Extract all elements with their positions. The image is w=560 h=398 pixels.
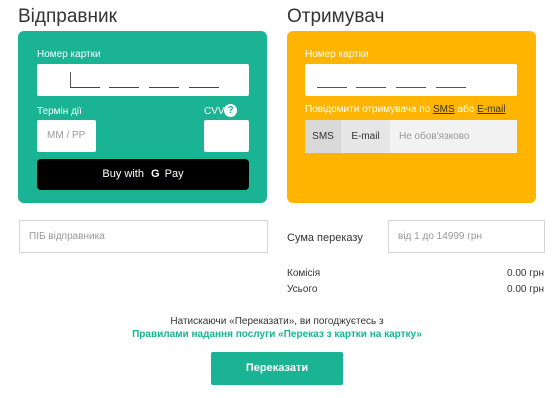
total-label: Усього xyxy=(287,284,318,295)
total-value: 0.00 грн xyxy=(507,284,544,295)
receiver-card-number-input[interactable] xyxy=(305,64,517,96)
commission-label: Комісія xyxy=(287,268,321,279)
card-digit-group-2 xyxy=(109,87,139,88)
receiver-heading: Отримувач xyxy=(287,6,385,27)
gpay-prefix: Buy with xyxy=(102,168,144,180)
sms-option-button[interactable]: SMS xyxy=(305,120,341,153)
sender-heading: Відправник xyxy=(18,6,117,27)
expiry-label: Термін дії xyxy=(37,106,82,117)
notify-or: або xyxy=(457,104,475,115)
consent-text: Натискаючи «Переказати», ви погоджуєтесь… xyxy=(170,316,384,327)
sender-card: Номер картки Термін дії ММ / РР CVV ? Bu… xyxy=(18,31,267,203)
card-digit-group-4 xyxy=(189,87,219,88)
email-option-button[interactable]: E-mail xyxy=(341,120,390,153)
notify-sms-link[interactable]: SMS xyxy=(433,104,455,115)
expiry-placeholder: ММ / РР xyxy=(47,130,86,141)
receiver-card: Номер картки Повідомити отримувача по SM… xyxy=(287,31,536,203)
help-icon[interactable]: ? xyxy=(224,104,237,117)
notify-label: Повідомити отримувача по SMS або E-mail xyxy=(305,104,505,115)
cvv-label: CVV xyxy=(204,106,225,117)
service-rules-link[interactable]: Правилами надання послуги «Переказ з кар… xyxy=(0,329,554,340)
notify-email-link[interactable]: E-mail xyxy=(477,104,505,115)
sender-card-number-input[interactable] xyxy=(37,64,249,96)
contact-input[interactable]: Не обов'язково xyxy=(390,120,517,153)
card-digit-group-3 xyxy=(149,87,179,88)
sender-card-number-label: Номер картки xyxy=(37,49,101,60)
card-digit-group-4 xyxy=(436,87,466,88)
card-digit-group-3 xyxy=(396,87,426,88)
commission-value: 0.00 грн xyxy=(507,268,544,279)
card-digit-group-1 xyxy=(317,87,347,88)
text-cursor xyxy=(70,72,71,87)
contact-method-row: SMS E-mail Не обов'язково xyxy=(305,120,517,153)
notify-prefix: Повідомити отримувача по xyxy=(305,104,431,115)
card-digit-group-2 xyxy=(356,87,386,88)
sender-name-input[interactable]: ПІБ відправника xyxy=(19,220,268,253)
cvv-input[interactable] xyxy=(204,120,249,152)
expiry-input[interactable]: ММ / РР xyxy=(37,120,96,152)
transfer-button[interactable]: Переказати xyxy=(211,352,343,385)
gpay-button[interactable]: Buy with G Pay xyxy=(37,159,249,190)
google-g-icon: G xyxy=(151,168,160,180)
amount-label: Сума переказу xyxy=(287,232,363,244)
card-digit-group-1 xyxy=(70,87,100,88)
amount-input[interactable]: від 1 до 14999 грн xyxy=(388,220,545,253)
gpay-suffix: Pay xyxy=(164,168,184,180)
receiver-card-number-label: Номер картки xyxy=(305,49,369,60)
